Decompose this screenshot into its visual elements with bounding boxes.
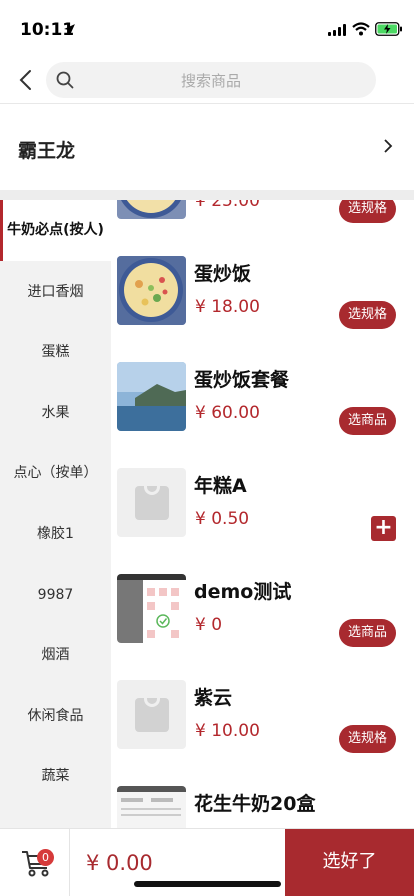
product-name: 蛋炒饭套餐: [194, 369, 290, 391]
select-spec-button[interactable]: 选规格: [339, 301, 396, 329]
category-label: 水果: [41, 405, 70, 421]
location-arrow-icon: [64, 24, 75, 35]
select-spec-button[interactable]: 选规格: [339, 200, 396, 223]
checkout-button[interactable]: 选好了: [285, 829, 414, 896]
product-price: ¥ 10.00: [195, 721, 260, 741]
product-name: demo测试: [194, 581, 292, 603]
product-image: [117, 200, 186, 219]
product-image: [117, 256, 186, 325]
product-price: ¥ 25.00: [195, 200, 260, 211]
category-label: 9987: [37, 587, 74, 603]
category-label: 牛奶必点(按人): [7, 222, 104, 238]
category-item[interactable]: 橡胶1: [0, 504, 111, 565]
product-item[interactable]: ¥ 25.00 选规格: [111, 200, 414, 256]
store-row[interactable]: 霸王龙: [0, 104, 414, 190]
product-image: [117, 574, 186, 643]
product-price: ¥ 0.50: [195, 509, 250, 529]
category-item[interactable]: 烟酒: [0, 625, 111, 686]
category-label: 点心（按单）: [13, 465, 98, 481]
category-label: 烟酒: [41, 647, 70, 663]
category-item[interactable]: 休闲食品: [0, 686, 111, 747]
category-item[interactable]: 蛋糕: [0, 322, 111, 383]
active-indicator: [0, 200, 3, 261]
product-name: 花生牛奶20盒: [194, 793, 316, 815]
category-item[interactable]: 蔬菜: [0, 746, 111, 807]
product-price: ¥ 0: [195, 615, 223, 635]
category-label: 休闲食品: [27, 708, 84, 724]
product-name: 紫云: [194, 687, 233, 709]
category-item[interactable]: 9987: [0, 565, 111, 626]
search-input[interactable]: 搜索商品: [46, 62, 376, 98]
cart-button[interactable]: 0: [0, 829, 70, 896]
category-item[interactable]: 水果: [0, 383, 111, 444]
category-item-active[interactable]: 牛奶必点(按人): [0, 200, 111, 261]
product-name: 年糕A: [194, 475, 247, 497]
product-item[interactable]: 年糕A ¥ 0.50 +: [111, 468, 414, 574]
cellular-signal-icon: [328, 24, 346, 36]
product-image: [117, 786, 186, 828]
product-price: ¥ 60.00: [195, 403, 260, 423]
category-label: 橡胶1: [37, 526, 74, 542]
back-arrow-icon[interactable]: [16, 68, 36, 92]
category-item[interactable]: 进口香烟: [0, 262, 111, 323]
home-indicator: [134, 881, 281, 887]
category-label: 蛋糕: [41, 344, 70, 360]
product-item[interactable]: 紫云 ¥ 10.00 选规格: [111, 680, 414, 786]
product-image: [117, 362, 186, 431]
chevron-right-icon[interactable]: [383, 138, 393, 154]
category-item[interactable]: 点心（按单）: [0, 443, 111, 504]
select-item-button[interactable]: 选商品: [339, 407, 396, 435]
product-item[interactable]: 花生牛奶20盒: [111, 786, 414, 828]
wifi-icon: [352, 22, 370, 36]
cart-count-badge: 0: [37, 849, 54, 866]
product-item[interactable]: demo测试 ¥ 0 选商品: [111, 574, 414, 680]
add-to-cart-button[interactable]: +: [371, 516, 396, 541]
cart-total: ¥ 0.00: [86, 851, 153, 875]
product-item[interactable]: 蛋炒饭套餐 ¥ 60.00 选商品: [111, 362, 414, 468]
product-list[interactable]: ¥ 25.00 选规格 蛋炒饭 ¥ 18.00 选规格 蛋炒饭套餐 ¥ 60.0…: [111, 200, 414, 828]
category-label: 蔬菜: [41, 768, 70, 784]
product-item[interactable]: 蛋炒饭 ¥ 18.00 选规格: [111, 256, 414, 362]
battery-charging-icon: [375, 22, 402, 36]
select-spec-button[interactable]: 选规格: [339, 725, 396, 753]
category-label: 进口香烟: [27, 284, 84, 300]
category-sidebar: 牛奶必点(按人) 进口香烟 蛋糕 水果 点心（按单） 橡胶1 9987 烟酒 休…: [0, 200, 111, 828]
product-name: 蛋炒饭: [194, 263, 252, 285]
select-item-button[interactable]: 选商品: [339, 619, 396, 647]
product-image-placeholder: [117, 680, 186, 749]
search-placeholder: 搜索商品: [180, 72, 241, 90]
section-divider: [0, 190, 414, 200]
product-image-placeholder: [117, 468, 186, 537]
store-name: 霸王龙: [18, 140, 76, 162]
status-bar: 10:11: [0, 0, 414, 56]
product-price: ¥ 18.00: [195, 297, 260, 317]
